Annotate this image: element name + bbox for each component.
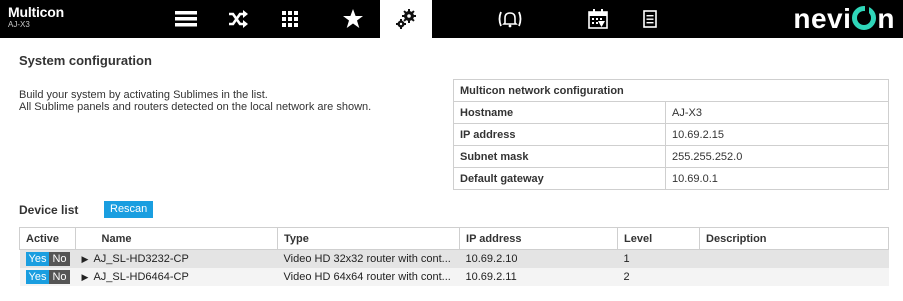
app-name: Multicon xyxy=(8,4,64,20)
top-bar: Multicon AJ-X3 nevi n xyxy=(0,0,903,38)
device-name: AJ_SL-HD6464-CP xyxy=(93,270,189,283)
crossover-icon xyxy=(229,10,248,28)
device-name-cell: ▶ AJ_SL-HD3232-CP xyxy=(75,249,278,268)
column-header-level[interactable]: Level xyxy=(617,227,701,250)
device-description xyxy=(699,249,889,268)
device-table-header: Active Name Type IP address Level Descri… xyxy=(18,227,889,250)
device-table: Active Name Type IP address Level Descri… xyxy=(18,227,889,286)
network-key: Subnet mask xyxy=(453,145,666,168)
grid-icon xyxy=(282,11,298,27)
network-config-title: Multicon network configuration xyxy=(453,79,889,102)
network-value: AJ-X3 xyxy=(665,101,889,124)
toggle-no[interactable]: No xyxy=(49,251,70,266)
device-type: Video HD 64x64 router with cont... xyxy=(277,267,460,286)
device-type: Video HD 32x32 router with cont... xyxy=(277,249,460,268)
column-header-name[interactable]: Name xyxy=(95,227,279,250)
nav-grid-button[interactable] xyxy=(264,0,316,38)
network-key: Hostname xyxy=(453,101,666,124)
network-value: 10.69.2.15 xyxy=(665,123,889,146)
active-toggle[interactable]: Yes No xyxy=(25,269,70,284)
alarm-bell-icon xyxy=(498,11,522,28)
nav-crossover-button[interactable] xyxy=(212,0,264,38)
nav-log-button[interactable] xyxy=(624,0,676,38)
column-header-description[interactable]: Description xyxy=(699,227,889,250)
network-row-subnet: Subnet mask 255.255.252.0 xyxy=(453,145,889,168)
column-header-ip[interactable]: IP address xyxy=(459,227,619,250)
device-level: 1 xyxy=(617,249,700,268)
table-row[interactable]: Yes No ▶ AJ_SL-HD6464-CP Video HD 64x64 ro… xyxy=(19,267,889,286)
list-icon xyxy=(175,11,197,27)
device-name: AJ_SL-HD3232-CP xyxy=(93,252,189,265)
network-row-gateway: Default gateway 10.69.0.1 xyxy=(453,167,889,190)
page-title: System configuration xyxy=(19,53,152,68)
column-header-active[interactable]: Active xyxy=(18,227,77,250)
brand: Multicon AJ-X3 xyxy=(8,4,64,30)
nav-alarms-button[interactable] xyxy=(484,0,536,38)
star-icon xyxy=(343,9,363,28)
expand-arrow-icon[interactable]: ▶ xyxy=(82,272,89,283)
intro-line: Build your system by activating Sublimes… xyxy=(19,89,268,101)
network-config-table: Multicon network configuration Hostname … xyxy=(453,79,889,190)
toggle-no[interactable]: No xyxy=(49,269,70,284)
device-ip: 10.69.2.11 xyxy=(459,267,618,286)
network-row-ip: IP address 10.69.2.15 xyxy=(453,123,889,146)
toggle-yes[interactable]: Yes xyxy=(25,251,50,266)
active-toggle[interactable]: Yes No xyxy=(25,251,70,266)
nav-schedule-button[interactable] xyxy=(572,0,624,38)
toggle-yes[interactable]: Yes xyxy=(25,269,50,284)
nevion-logo: nevion nevin xyxy=(793,3,895,34)
network-key: IP address xyxy=(453,123,666,146)
gears-icon xyxy=(396,9,416,29)
table-row[interactable]: Yes No ▶ AJ_SL-HD3232-CP Video HD 32x32 ro… xyxy=(19,249,889,268)
rescan-button[interactable]: Rescan xyxy=(104,201,154,218)
intro-text: Build your system by activating Sublimes… xyxy=(19,89,371,113)
device-name-cell: ▶ AJ_SL-HD6464-CP xyxy=(75,267,278,286)
nav-list-button[interactable] xyxy=(160,0,212,38)
intro-line: All Sublime panels and routers detected … xyxy=(19,101,372,113)
active-toggle-cell: Yes No xyxy=(19,249,76,268)
column-header-type[interactable]: Type xyxy=(277,227,461,250)
column-header-spacer xyxy=(75,227,96,250)
network-key: Default gateway xyxy=(453,167,666,190)
expand-arrow-icon[interactable]: ▶ xyxy=(82,254,89,265)
network-value: 10.69.0.1 xyxy=(665,167,889,190)
device-level: 2 xyxy=(617,267,700,286)
calendar-icon xyxy=(588,9,608,29)
device-ip: 10.69.2.10 xyxy=(459,249,618,268)
device-description xyxy=(699,267,889,286)
nav-favorites-button[interactable] xyxy=(327,0,379,38)
document-icon xyxy=(643,10,657,28)
active-toggle-cell: Yes No xyxy=(19,267,76,286)
network-row-hostname: Hostname AJ-X3 xyxy=(453,101,889,124)
device-list-title: Device list xyxy=(19,203,79,217)
nav-configuration-button[interactable] xyxy=(380,0,432,38)
network-value: 255.255.252.0 xyxy=(665,145,889,168)
device-name: AJ-X3 xyxy=(8,20,30,29)
